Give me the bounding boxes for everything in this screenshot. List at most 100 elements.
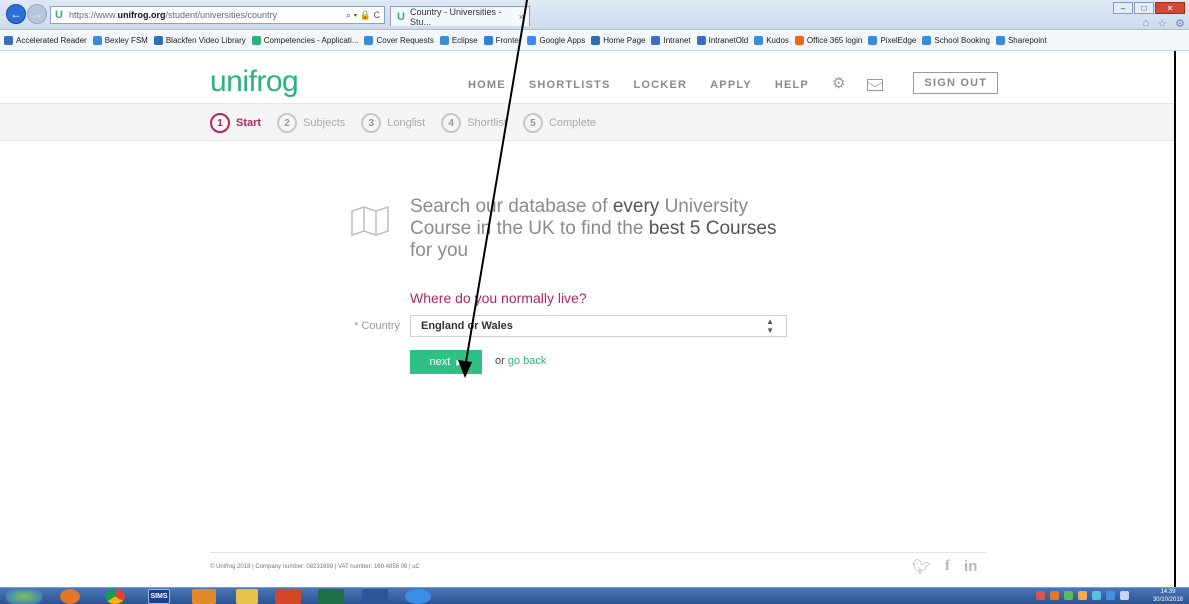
step-longlist[interactable]: 3 Longlist [361,113,425,133]
favorite-link[interactable]: Fronter [483,36,521,45]
favorite-link[interactable]: Accelerated Reader [4,36,87,45]
favorite-link[interactable]: Cover Requests [364,36,434,45]
clock[interactable]: 14:39 30/10/2018 [1153,588,1183,604]
site-favicon-icon: U [55,9,63,21]
close-window-button[interactable]: ✕ [1155,2,1185,14]
minimize-button[interactable]: – [1113,2,1133,14]
linkedin-icon[interactable]: in [964,558,977,576]
address-bar-icons[interactable]: ⌕ ▾ 🔒 C [346,10,380,21]
start-button[interactable] [6,589,42,604]
open-book-icon [351,205,389,237]
step-label: Longlist [387,117,426,129]
favorite-link[interactable]: Home Page [591,36,645,45]
clock-time: 14:39 [1160,589,1176,595]
favorite-link[interactable]: Bexley FSM [92,36,148,45]
mail-icon[interactable] [867,78,884,91]
step-subjects[interactable]: 2 Subjects [277,113,345,133]
facebook-icon[interactable]: f [945,558,950,576]
headline-emphasis: every [612,196,660,217]
tray-icon[interactable] [1036,591,1045,600]
favorite-icon [439,36,449,45]
favorite-link[interactable]: School Booking [922,36,990,45]
favorite-icon [868,36,878,45]
favorite-icon [754,36,764,45]
go-back-row: or go back [495,355,546,367]
excel-icon[interactable] [318,589,344,604]
headline-emphasis: best 5 Courses [648,218,777,239]
internet-explorer-icon[interactable] [405,589,431,604]
favorite-link[interactable]: IntranetOld [696,36,748,45]
country-label: * Country [354,320,400,332]
sign-out-button[interactable]: SIGN OUT [913,72,999,94]
nav-shortlists[interactable]: SHORTLISTS [529,79,611,91]
tab-close-icon[interactable]: × [519,12,524,22]
favorites-bar: Accelerated Reader Bexley FSM Blackfen Vid… [0,31,1189,51]
media-player-icon[interactable] [60,589,80,604]
tray-icon[interactable] [1092,591,1101,600]
favorite-icon [995,36,1005,45]
footer-social: 🐦︎ f in [912,558,977,576]
favorite-link[interactable]: Competencies - Applicati... [251,36,358,45]
step-shortlist[interactable]: 4 Shortlist [441,113,507,133]
step-label: Subjects [303,117,346,129]
nav-locker[interactable]: LOCKER [633,79,687,91]
sims-app-icon[interactable]: SIMS [148,589,170,604]
volume-icon[interactable] [1120,591,1129,600]
window-controls: – □ ✕ [1113,2,1185,14]
favorite-link[interactable]: Eclipse [439,36,478,45]
go-back-link[interactable]: go back [508,355,547,367]
favorite-label: Kudos [766,36,789,45]
next-button[interactable]: next ▶ [410,350,482,374]
tray-icon[interactable] [1078,591,1087,600]
address-bar[interactable]: U https://www. unifrog.org/student/univer… [50,6,385,24]
nav-home[interactable]: HOME [468,79,506,91]
browser-tab[interactable]: U Country - Universities - Stu... × [390,6,530,27]
favorite-label: Intranet [663,36,691,45]
chrome-icon[interactable] [105,589,125,604]
favorites-star-icon[interactable]: ☆ [1157,17,1167,30]
favorite-link[interactable]: Blackfen Video Library [153,36,246,45]
favorite-link[interactable]: Sharepoint [995,36,1047,45]
country-question: Where do you normally live? [410,290,587,306]
tray-icon[interactable] [1106,591,1115,600]
step-complete[interactable]: 5 Complete [522,113,596,133]
next-label: next [429,356,451,368]
home-icon[interactable]: ⌂ [1143,17,1150,30]
favorite-link[interactable]: Google Apps [527,36,585,45]
step-number: 5 [522,113,543,133]
headline-part: for you [410,240,469,261]
select-updown-icon: ▲ ▼ [766,317,774,335]
back-button[interactable]: ← [6,4,26,24]
settings-icon[interactable]: ⚙ [832,74,845,92]
favorite-icon [364,36,374,45]
forward-button[interactable]: → [27,4,47,24]
favorite-label: Eclipse [451,36,478,45]
favorite-label: PixelEdge [880,36,917,45]
twitter-icon[interactable]: 🐦︎ [912,558,931,576]
favorite-icon [153,36,163,45]
favorite-link[interactable]: Kudos [754,36,789,45]
favorite-icon [696,36,706,45]
tray-icon[interactable] [1050,591,1059,600]
favorite-link[interactable]: Office 365 login [794,36,862,45]
favorite-icon [92,36,102,45]
nav-apply[interactable]: APPLY [710,79,752,91]
browser-tools: ⌂ ☆ ⚙ [1143,17,1185,30]
powerpoint-icon[interactable] [275,589,301,604]
onenote-icon[interactable] [192,589,216,604]
favorite-icon [651,36,661,45]
nav-help[interactable]: HELP [775,79,809,91]
unifrog-logo[interactable]: unifrog [210,65,299,99]
file-explorer-icon[interactable] [236,589,258,604]
maximize-button[interactable]: □ [1134,2,1154,14]
step-start[interactable]: 1 Start [210,113,261,133]
tray-icon[interactable] [1064,591,1073,600]
favorite-link[interactable]: PixelEdge [868,36,916,45]
settings-gear-icon[interactable]: ⚙ [1175,17,1185,30]
country-select[interactable]: England or Wales ▲ ▼ [410,315,787,337]
favorite-link[interactable]: Intranet [651,36,691,45]
favorite-label: Google Apps [539,36,586,45]
windows-taskbar: SIMS 14:39 30/10/2018 [0,587,1189,604]
word-icon[interactable] [362,589,388,604]
favorite-icon [251,36,261,45]
